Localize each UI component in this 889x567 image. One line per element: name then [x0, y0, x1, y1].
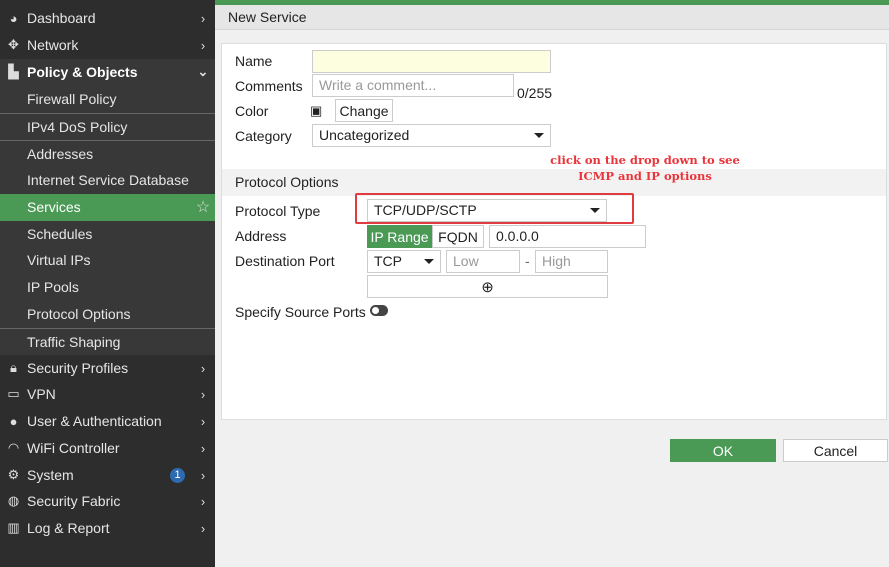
fabric-icon: ◍	[7, 493, 20, 509]
chart-icon: ▥	[7, 520, 20, 536]
laptop-icon: ▭	[7, 386, 20, 402]
chevron-right-icon: ›	[200, 520, 206, 536]
chevron-right-icon: ›	[200, 467, 206, 483]
star-icon[interactable]: ☆	[191, 197, 215, 217]
address-input[interactable]: 0.0.0.0	[489, 225, 646, 248]
nav-security-fabric[interactable]: ◍ Security Fabric ›	[0, 488, 215, 515]
nav-services[interactable]: Services ☆	[0, 194, 215, 221]
specify-source-ports-label: Specify Source Ports	[235, 304, 366, 320]
chevron-right-icon: ›	[200, 493, 206, 509]
annotation-highlight-box	[355, 193, 634, 224]
policy-icon: ▙	[8, 64, 19, 80]
new-service-form: Name Comments Write a comment... 0/255 C…	[221, 43, 887, 420]
chevron-right-icon: ›	[200, 360, 206, 376]
dashboard-icon: ◕	[9, 10, 18, 26]
chevron-right-icon: ›	[200, 413, 206, 429]
comments-label: Comments	[235, 78, 303, 94]
nav-addresses[interactable]: Addresses	[0, 140, 215, 167]
nav-protocol-options[interactable]: Protocol Options	[0, 301, 215, 328]
plus-circle-icon: ⊕	[481, 278, 494, 296]
caret-down-icon	[534, 133, 544, 138]
nav-wifi-controller[interactable]: ◠ WiFi Controller ›	[0, 435, 215, 462]
chevron-right-icon: ›	[200, 386, 206, 402]
cancel-button[interactable]: Cancel	[783, 439, 888, 462]
comments-input[interactable]: Write a comment...	[312, 74, 514, 97]
page-title: New Service	[215, 5, 889, 30]
source-ports-toggle[interactable]	[370, 305, 388, 316]
nav-firewall-policy[interactable]: Firewall Policy	[0, 86, 215, 113]
user-icon: ●	[9, 413, 18, 429]
name-input[interactable]	[312, 50, 551, 73]
nav-policy-objects[interactable]: ▙ Policy & Objects ⌄	[0, 59, 215, 86]
nav-virtual-ips[interactable]: Virtual IPs	[0, 247, 215, 274]
fqdn-tab[interactable]: FQDN	[432, 225, 484, 248]
network-icon: ✥	[8, 37, 19, 53]
nav-dashboard[interactable]: ◕ Dashboard ›	[0, 5, 215, 32]
category-select[interactable]: Uncategorized	[312, 124, 551, 147]
ok-button[interactable]: OK	[670, 439, 776, 462]
add-port-button[interactable]: ⊕	[367, 275, 608, 298]
dest-port-high-input[interactable]: High	[535, 250, 608, 273]
gear-icon: ⚙	[7, 467, 20, 483]
nav-log-report[interactable]: ▥ Log & Report ›	[0, 515, 215, 542]
category-label: Category	[235, 128, 292, 144]
address-label: Address	[235, 228, 287, 244]
nav-ipv4-dos-policy[interactable]: IPv4 DoS Policy	[0, 113, 215, 140]
sidebar: ◕ Dashboard › ✥ Network › ▙ Policy & Objects ⌄…	[0, 0, 215, 567]
nav-schedules[interactable]: Schedules	[0, 221, 215, 248]
notification-badge: 1	[170, 467, 185, 483]
nav-security-profiles[interactable]: 🔒︎ Security Profiles ›	[0, 355, 215, 382]
nav-internet-service-database[interactable]: Internet Service Database	[0, 167, 215, 194]
wifi-icon: ◠	[7, 440, 20, 456]
caret-down-icon	[424, 259, 434, 264]
nav-vpn[interactable]: ▭ VPN ›	[0, 381, 215, 408]
color-swatch-icon: ▣	[310, 103, 323, 118]
destination-port-label: Destination Port	[235, 253, 335, 269]
nav-traffic-shaping[interactable]: Traffic Shaping	[0, 328, 215, 355]
color-label: Color	[235, 103, 269, 119]
nav-network[interactable]: ✥ Network ›	[0, 32, 215, 59]
change-color-button[interactable]: Change	[335, 99, 393, 122]
nav-user-authentication[interactable]: ● User & Authentication ›	[0, 408, 215, 435]
nav-ip-pools[interactable]: IP Pools	[0, 274, 215, 301]
annotation-text: click on the drop down to see ICMP and IP…	[550, 153, 740, 183]
protocol-type-label: Protocol Type	[235, 203, 321, 219]
comments-counter: 0/255	[517, 85, 553, 101]
name-label: Name	[235, 53, 273, 69]
lock-icon: 🔒︎	[10, 360, 17, 376]
dest-port-low-input[interactable]: Low	[446, 250, 520, 273]
chevron-right-icon: ›	[200, 37, 206, 53]
port-range-separator: -	[525, 253, 530, 269]
nav-system[interactable]: ⚙ System 1 ›	[0, 462, 215, 489]
chevron-right-icon: ›	[200, 440, 206, 456]
chevron-down-icon: ⌄	[197, 64, 209, 80]
chevron-right-icon: ›	[200, 10, 206, 26]
dest-port-protocol-select[interactable]: TCP	[367, 250, 441, 273]
ip-range-tab[interactable]: IP Range	[367, 225, 432, 248]
